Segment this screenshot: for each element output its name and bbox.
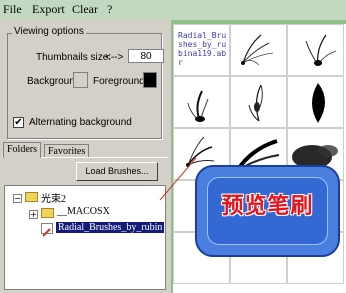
annotation-callout: 预览笔刷 bbox=[195, 165, 340, 257]
tab-folders[interactable]: Folders bbox=[3, 142, 41, 158]
annotation-callout-text: 预览笔刷 bbox=[221, 194, 314, 219]
